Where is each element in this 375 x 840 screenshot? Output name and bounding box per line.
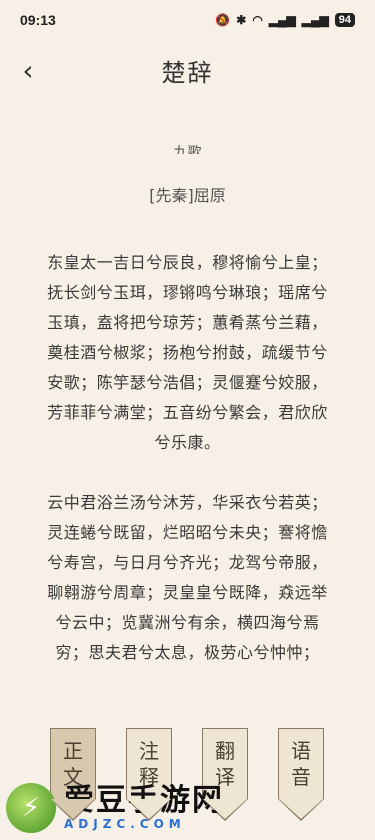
- top-bar: ‹ 楚辞: [0, 42, 375, 98]
- tab-text-label-1: 正: [63, 739, 83, 763]
- mute-icon: 🔕: [215, 13, 231, 27]
- tab-translation-label-2: 译: [215, 765, 235, 789]
- poem-author: [先秦]屈原: [149, 186, 226, 205]
- signal-5g-1-icon: ▂▄▆: [268, 13, 296, 27]
- tab-notes-label-1: 注: [139, 739, 159, 763]
- watermark-icon: ⚡: [6, 783, 56, 833]
- battery-indicator: 94: [334, 13, 355, 27]
- page-title: 楚辞: [161, 58, 214, 87]
- bluetooth-icon: ✱: [236, 13, 247, 27]
- tab-audio-label-2: 音: [291, 765, 311, 789]
- tab-translation-label-1: 翻: [215, 739, 235, 763]
- status-time: 09:13: [20, 12, 56, 28]
- chevron-left-icon: ‹: [22, 53, 34, 87]
- watermark-domain: ADJZC.COM: [64, 817, 186, 831]
- poem-paragraph: 云中君浴兰汤兮沐芳，华采衣兮若英；灵连蜷兮既留，烂昭昭兮未央；謇将憺兮寿宫，与日…: [47, 493, 328, 662]
- tab-text-label-2: 文: [63, 765, 83, 789]
- poem-title: 九歌: [173, 145, 202, 154]
- back-button[interactable]: ‹: [10, 50, 46, 90]
- status-bar: 09:13 🔕 ✱ ◠ ▂▄▆ ▂▄▆ 94: [0, 0, 375, 40]
- poem-content[interactable]: 九歌 [先秦]屈原 东皇太一吉日兮辰良，穆将愉兮上皇；抚长剑兮玉珥，璆锵鸣兮琳琅…: [0, 140, 375, 700]
- tab-notes-label-2: 释: [139, 765, 159, 789]
- status-icons: 🔕 ✱ ◠ ▂▄▆ ▂▄▆ 94: [215, 13, 355, 27]
- poem-paragraph: 东皇太一吉日兮辰良，穆将愉兮上皇；抚长剑兮玉珥，璆锵鸣兮琳琅；瑶席兮玉瑱，盍将把…: [47, 253, 328, 452]
- tab-audio-label-1: 语: [291, 739, 311, 763]
- signal-5g-2-icon: ▂▄▆: [301, 13, 329, 27]
- wifi-icon: ◠: [252, 13, 263, 27]
